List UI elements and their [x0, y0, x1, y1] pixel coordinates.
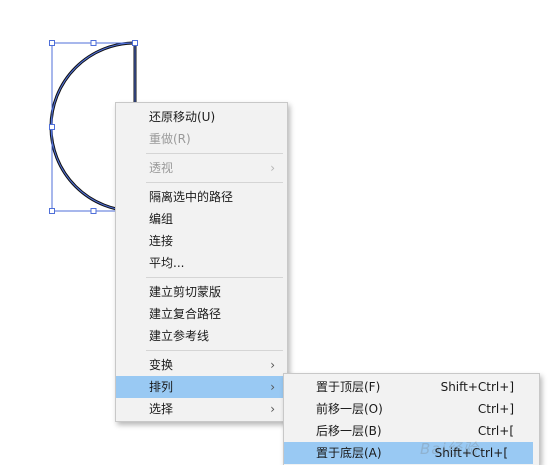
handle-top-middle[interactable] [90, 40, 97, 46]
menu-item-label: 建立剪切蒙版 [149, 285, 222, 299]
arrange-submenu: 置于顶层(F) Shift+Ctrl+] 前移一层(O) Ctrl+] 后移一层(B… [283, 373, 540, 465]
menu-item-label: 选择 [149, 402, 174, 416]
menu-item-label: 排列 [149, 380, 174, 394]
menu-item-label: 还原移动(U) [149, 110, 216, 124]
submenu-item-send-to-back[interactable]: 置于底层(A) Shift+Ctrl+[ [284, 442, 533, 464]
submenu-arrow-icon: › [270, 380, 275, 394]
handle-middle-left[interactable] [49, 124, 55, 130]
submenu-item-label: 后移一层(B) [316, 424, 382, 438]
shortcut-label: Ctrl+[ [477, 424, 514, 438]
watermark: Bai经验 [420, 440, 479, 458]
submenu-item-send-backward[interactable]: 后移一层(B) Ctrl+[ [284, 420, 539, 442]
handle-bottom-middle[interactable] [90, 208, 97, 214]
menu-item-label: 重做(R) [149, 132, 191, 146]
submenu-item-bring-forward[interactable]: 前移一层(O) Ctrl+] [284, 398, 539, 420]
menu-item-label: 变换 [149, 358, 174, 372]
artboard-canvas[interactable]: 还原移动(U) 重做(R) 透视 › 隔离选中的路径 编组 连接 平均... 建立… [0, 0, 557, 465]
context-menu: 还原移动(U) 重做(R) 透视 › 隔离选中的路径 编组 连接 平均... 建立… [115, 102, 288, 422]
menu-item-label: 编组 [149, 212, 174, 226]
menu-item-isolate-path[interactable]: 隔离选中的路径 [116, 186, 287, 208]
menu-item-average[interactable]: 平均... [116, 252, 287, 274]
menu-item-label: 隔离选中的路径 [149, 190, 234, 204]
menu-item-make-compound-path[interactable]: 建立复合路径 [116, 303, 287, 325]
menu-item-transform[interactable]: 变换 › [116, 354, 287, 376]
menu-item-label: 平均... [149, 256, 185, 270]
menu-item-perspective[interactable]: 透视 › [116, 157, 287, 179]
menu-item-redo[interactable]: 重做(R) [116, 128, 287, 150]
submenu-item-label: 置于底层(A) [316, 446, 382, 460]
submenu-arrow-icon: › [270, 161, 275, 175]
submenu-arrow-icon: › [270, 358, 275, 372]
submenu-arrow-icon: › [270, 402, 275, 416]
handle-top-right[interactable] [132, 40, 138, 46]
handle-bottom-left[interactable] [49, 208, 55, 214]
submenu-item-label: 前移一层(O) [316, 402, 383, 416]
submenu-item-bring-to-front[interactable]: 置于顶层(F) Shift+Ctrl+] [284, 376, 539, 398]
menu-item-label: 透视 [149, 161, 174, 175]
menu-separator [146, 182, 283, 183]
menu-item-label: 建立复合路径 [149, 307, 222, 321]
menu-item-label: 连接 [149, 234, 174, 248]
menu-separator [146, 350, 283, 351]
shortcut-label: Shift+Ctrl+] [440, 380, 514, 394]
menu-item-label: 建立参考线 [149, 329, 210, 343]
shortcut-label: Ctrl+] [477, 402, 514, 416]
submenu-item-label: 置于顶层(F) [316, 380, 381, 394]
menu-item-undo-move[interactable]: 还原移动(U) [116, 106, 287, 128]
menu-item-join[interactable]: 连接 [116, 230, 287, 252]
menu-item-make-guides[interactable]: 建立参考线 [116, 325, 287, 347]
menu-separator [146, 277, 283, 278]
menu-item-select[interactable]: 选择 › [116, 398, 287, 420]
menu-separator [146, 153, 283, 154]
handle-top-left[interactable] [49, 40, 55, 46]
menu-item-arrange[interactable]: 排列 › [116, 376, 287, 398]
menu-item-make-clipping-mask[interactable]: 建立剪切蒙版 [116, 281, 287, 303]
menu-item-group[interactable]: 编组 [116, 208, 287, 230]
